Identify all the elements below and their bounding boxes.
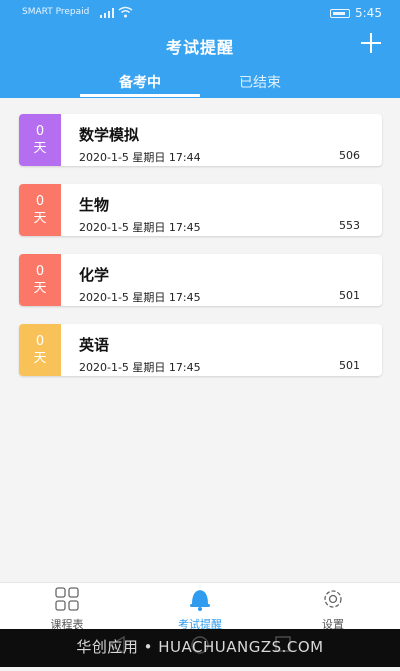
days-number: 0 (35, 194, 45, 209)
days-unit: 天 (33, 351, 47, 366)
exam-datetime: 2020-1-5 星期日 17:45 (79, 221, 201, 234)
carrier-label: SMART Prepaid (22, 7, 90, 17)
signal-icon (100, 8, 114, 18)
exam-count: 506 (339, 149, 360, 162)
exam-name: 生物 (79, 196, 110, 214)
days-badge: 0 天 (19, 324, 61, 376)
wifi-icon (118, 6, 133, 18)
days-unit: 天 (33, 141, 47, 156)
days-unit: 天 (33, 281, 47, 296)
exam-datetime: 2020-1-5 星期日 17:45 (79, 291, 201, 304)
days-unit: 天 (33, 211, 47, 226)
exam-datetime: 2020-1-5 星期日 17:45 (79, 361, 201, 374)
days-number: 0 (35, 334, 45, 349)
tab-preparing[interactable]: 备考中 (80, 72, 200, 92)
exam-card[interactable]: 0 天 英语 2020-1-5 星期日 17:45 501 (19, 324, 382, 376)
watermark-text: 华创应用 • HUACHUANGZS.COM (76, 638, 324, 656)
bell-icon (190, 590, 210, 611)
status-bar: SMART Prepaid 5:45 (0, 0, 400, 24)
days-number: 0 (35, 264, 45, 279)
nav-schedule[interactable]: 课程表 (17, 583, 117, 631)
exam-name: 化学 (79, 266, 110, 284)
days-badge: 0 天 (19, 184, 61, 236)
active-tab-indicator (80, 94, 200, 97)
days-number: 0 (35, 124, 45, 139)
tab-finished[interactable]: 已结束 (200, 72, 320, 92)
page-title: 考试提醒 (165, 38, 234, 57)
plus-icon[interactable] (358, 30, 384, 56)
exam-name: 数学模拟 (79, 126, 140, 144)
grid-icon (55, 587, 79, 611)
exam-name: 英语 (79, 336, 110, 354)
exam-card[interactable]: 0 天 数学模拟 2020-1-5 星期日 17:44 506 (19, 114, 382, 166)
battery-icon (330, 9, 350, 18)
app-header: SMART Prepaid 5:45 考试提醒 备考中 已结束 (0, 0, 400, 98)
status-time: 5:45 (355, 6, 382, 20)
nav-exam-reminder[interactable]: 考试提醒 (150, 583, 250, 631)
exam-datetime: 2020-1-5 星期日 17:44 (79, 151, 201, 164)
exam-count: 501 (339, 359, 360, 372)
exam-list: 0 天 数学模拟 2020-1-5 星期日 17:44 506 0 天 生物 2… (19, 114, 382, 394)
exam-card[interactable]: 0 天 化学 2020-1-5 星期日 17:45 501 (19, 254, 382, 306)
days-badge: 0 天 (19, 114, 61, 166)
bottom-navigation: 课程表 考试提醒 设置 (0, 582, 400, 631)
exam-count: 553 (339, 219, 360, 232)
gear-icon (324, 590, 342, 608)
nav-settings[interactable]: 设置 (283, 583, 383, 631)
exam-count: 501 (339, 289, 360, 302)
days-badge: 0 天 (19, 254, 61, 306)
exam-card[interactable]: 0 天 生物 2020-1-5 星期日 17:45 553 (19, 184, 382, 236)
